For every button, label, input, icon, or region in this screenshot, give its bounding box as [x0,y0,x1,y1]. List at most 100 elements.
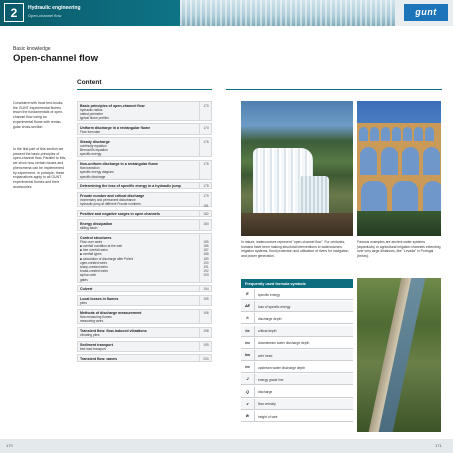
page-number-left: 170 [6,443,13,448]
header-title: Hydraulic engineering [28,5,81,11]
toc-page-number: 179 [203,194,209,198]
toc-page-column: 175 [199,138,211,157]
toc-page-column: 198 [199,327,211,338]
chapter-number: 2 [4,3,24,22]
formula-row: Qdischarge [241,386,353,398]
toc-entry: Basic principles of open-channel flow hyd… [77,101,212,122]
toc-page-column: 199 [199,341,211,352]
toc-page-number: 196 [203,311,209,315]
caption-right: Famous examples are ancient water system… [357,240,441,258]
formula-description: specific energy [258,292,280,297]
aqueduct-arch [414,127,423,141]
toc-page-number: 174 [203,125,209,130]
toc-entry-title: Transient flow: waves [80,356,118,361]
toc-entry-subtopic: Flow formulae [80,129,101,134]
toc-entry: Froude number and critical discharge mome… [77,191,212,208]
aqueduct-arch [423,181,441,211]
formula-row: ΔE loss of specific energy [241,301,353,313]
formula-separator [254,386,255,398]
formula-symbol: h [246,316,249,321]
header-band [0,0,180,26]
formula-separator [254,289,255,300]
formula-row: h discharge depth [241,313,353,325]
formula-row: Especific energy [241,289,353,300]
formula-table-heading: Frequently used formula symbols [241,279,353,288]
toc-page-column: 182 [199,210,211,217]
formula-description: height of weir [258,414,278,419]
toc-page-number: 193 [203,273,209,278]
aqueduct-arch [361,181,387,211]
toc-entry-subtopic: measuring weirs [80,319,104,324]
formula-separator [254,374,255,386]
intro-paragraph-2: In the first part of this section we pre… [13,147,67,189]
toc-page-column: 174 [199,124,211,134]
formula-symbol: ho [245,365,250,370]
toc-page-number: 184 [203,221,209,226]
formula-separator [254,337,255,349]
toc-page-column: 184 [199,220,211,230]
toc-page-number: 195 [203,297,209,302]
intro-paragraph-1: Consistent with most text-books, the GUN… [13,101,64,129]
toc-page-column: 178 [199,182,211,189]
formula-separator [254,313,255,325]
aqueduct-structure [357,123,441,211]
aqueduct-arch [403,127,412,141]
formula-row: hw weir head [241,350,353,361]
toc-page-column: 195 [199,295,211,306]
aqueduct-arch [370,127,379,141]
aqueduct-foreground [357,211,441,236]
formula-symbol: hw [245,353,250,357]
toc-entry-title: Positive and negative surges in open cha… [80,212,160,217]
toc-entry: Culvert 194 [77,284,212,293]
page-title: Open-channel flow [13,53,98,64]
toc-entry-subtopic: gates [80,277,88,282]
aqueduct-arch [423,147,440,175]
aqueduct-arch [402,147,419,175]
toc-entry: Positive and negative surges in open cha… [77,209,212,218]
toc-entry: Sediment transport bed load transport 199 [77,340,212,353]
formula-symbol: v [246,401,249,406]
waterfall-rocks [241,213,353,236]
toc-entry: Control structures Flow over weirs ■ overf… [77,233,212,283]
aqueduct-arch [392,181,418,211]
footer-bar [0,439,453,453]
formula-description: energy grade line [258,377,284,382]
aqueduct-arch [425,127,434,141]
toc-entry-subtopic: stilling basin [80,225,98,230]
toc-page-column: 200 [199,355,211,361]
content-divider [77,89,212,90]
toc-page-number: 181 [203,203,209,208]
content-heading: Content [77,79,102,86]
formula-separator [254,411,255,422]
levada-channel-photo [357,278,441,432]
caption-left: In nature, watercourses represent "open-… [241,240,349,258]
toc-page-column: 170 [199,102,211,121]
toc-entry-subtopic: bed load transport [80,347,106,352]
header-subtitle: Open-channel flow [28,13,62,18]
page-number-right: 171 [435,443,442,448]
formula-description: loss of specific energy [258,304,291,309]
formula-symbol: ΔE [245,304,250,309]
toc-page-number: 176 [203,162,209,166]
formula-description: weir head [258,353,273,358]
formula-description: upstream water discharge depth [258,365,306,370]
formula-separator [254,325,255,337]
aqueduct-arch [359,127,368,141]
toc-page-column: 194 [199,285,211,292]
formula-row: v flow velocity [241,398,353,410]
toc-entry-subtopic: specific discharge [80,174,106,179]
waterfall-photo [241,101,353,236]
toc-page-number: 198 [203,329,209,334]
toc-entry: Determining the loss of specific energy … [77,181,212,190]
header-waterfall-image [180,0,395,26]
toc-page-number: 182 [203,212,209,217]
formula-row: ho upstream water discharge depth [241,362,353,374]
aqueduct-arch [360,147,377,175]
page-kicker: Basic knowledge [13,46,51,52]
toc-entry: Local losses in flumes piers 195 [77,294,212,307]
formula-row: Wheight of weir [241,411,353,422]
formula-description: discharge depth [258,316,282,321]
toc-entry-subtopic: hydraulic jump at different Froude numbe… [80,202,141,207]
aqueduct-arch [392,127,401,141]
toc-page-column: 176 [199,160,211,179]
